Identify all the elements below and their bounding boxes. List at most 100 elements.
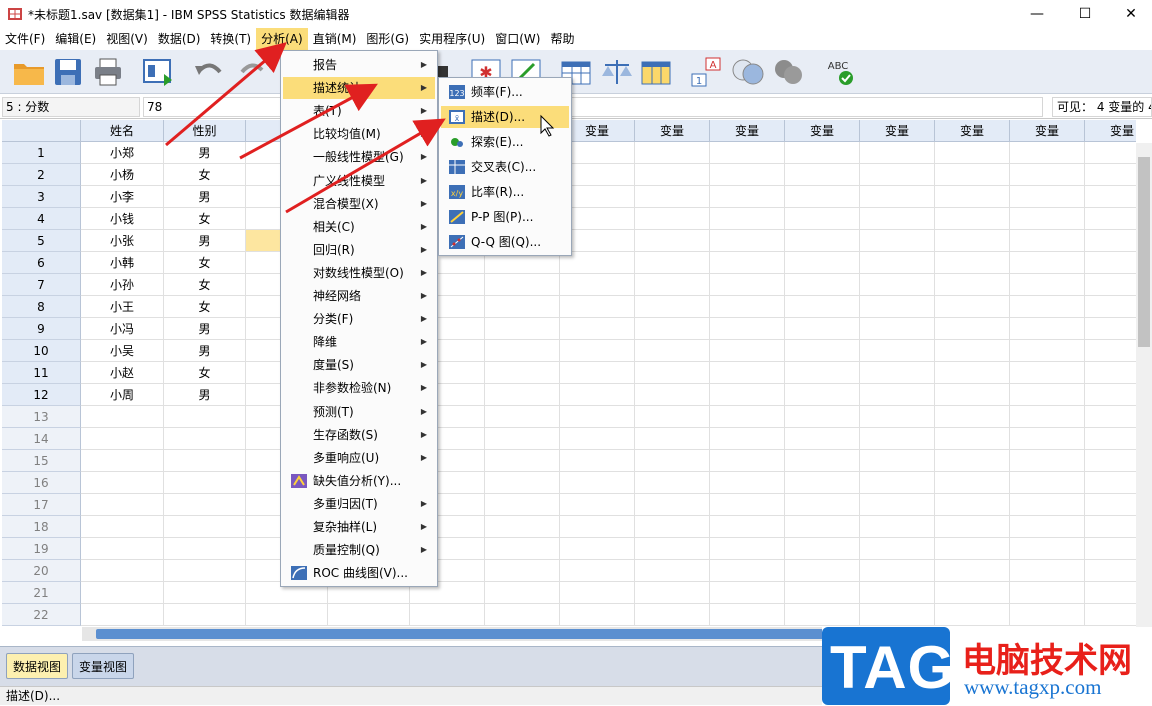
cell-empty[interactable] bbox=[1010, 340, 1085, 362]
cell-empty[interactable] bbox=[935, 604, 1010, 626]
cell-empty[interactable] bbox=[1085, 472, 1136, 494]
cell-name[interactable]: 小周 bbox=[81, 384, 164, 406]
cell-empty[interactable] bbox=[1010, 230, 1085, 252]
cell-empty[interactable] bbox=[860, 296, 935, 318]
cell-empty[interactable] bbox=[860, 384, 935, 406]
cell-empty[interactable] bbox=[710, 604, 785, 626]
cell-empty[interactable] bbox=[1010, 428, 1085, 450]
cell-empty[interactable] bbox=[1010, 516, 1085, 538]
cell-empty[interactable] bbox=[164, 560, 246, 582]
row-number[interactable]: 16 bbox=[2, 472, 81, 494]
cell-name[interactable]: 小吴 bbox=[81, 340, 164, 362]
cell-empty[interactable] bbox=[785, 164, 860, 186]
cell-sex[interactable]: 女 bbox=[164, 208, 246, 230]
cell-empty[interactable] bbox=[1085, 208, 1136, 230]
analyze-menu-item[interactable]: 生存函数(S) ▶ bbox=[283, 424, 435, 446]
vertical-scroll-thumb[interactable] bbox=[1138, 157, 1150, 347]
cell-name[interactable]: 小钱 bbox=[81, 208, 164, 230]
menu-transform[interactable]: 转换(T) bbox=[205, 28, 256, 50]
menu-graphs[interactable]: 图形(G) bbox=[361, 28, 414, 50]
cell-empty[interactable] bbox=[935, 274, 1010, 296]
analyze-menu-item[interactable]: 相关(C) ▶ bbox=[283, 216, 435, 238]
cell-empty[interactable] bbox=[935, 296, 1010, 318]
column-header-var[interactable]: 变量 bbox=[1010, 120, 1085, 142]
cell-empty[interactable] bbox=[1010, 362, 1085, 384]
cell-name[interactable]: 小赵 bbox=[81, 362, 164, 384]
cell-empty[interactable] bbox=[485, 274, 560, 296]
cell-empty[interactable] bbox=[1085, 494, 1136, 516]
tab-variable-view[interactable]: 变量视图 bbox=[72, 653, 135, 679]
cell-empty[interactable] bbox=[635, 252, 710, 274]
row-number[interactable]: 15 bbox=[2, 450, 81, 472]
cell-empty[interactable] bbox=[860, 208, 935, 230]
cell-empty[interactable] bbox=[710, 318, 785, 340]
analyze-menu-item[interactable]: 报告 ▶ bbox=[283, 54, 435, 76]
maximize-button[interactable]: ☐ bbox=[1062, 0, 1108, 28]
cell-empty[interactable] bbox=[710, 230, 785, 252]
cell-empty[interactable] bbox=[1085, 274, 1136, 296]
analyze-menu-item[interactable]: ROC 曲线图(V)... bbox=[283, 562, 435, 584]
analyze-menu-item[interactable]: 混合模型(X) ▶ bbox=[283, 193, 435, 215]
cell-empty[interactable] bbox=[710, 384, 785, 406]
row-number[interactable]: 10 bbox=[2, 340, 81, 362]
cell-empty[interactable] bbox=[560, 274, 635, 296]
cell-empty[interactable] bbox=[560, 538, 635, 560]
cell-empty[interactable] bbox=[860, 582, 935, 604]
cell-empty[interactable] bbox=[935, 142, 1010, 164]
cell-empty[interactable] bbox=[1010, 142, 1085, 164]
cell-empty[interactable] bbox=[560, 582, 635, 604]
cell-empty[interactable] bbox=[785, 142, 860, 164]
cell-empty[interactable] bbox=[485, 362, 560, 384]
save-icon[interactable] bbox=[52, 56, 84, 88]
cell-empty[interactable] bbox=[710, 208, 785, 230]
cell-name[interactable]: 小王 bbox=[81, 296, 164, 318]
cell-empty[interactable] bbox=[710, 142, 785, 164]
cell-empty[interactable] bbox=[1085, 164, 1136, 186]
row-number[interactable]: 12 bbox=[2, 384, 81, 406]
descriptive-menu-item[interactable]: 123 频率(F)... bbox=[441, 81, 569, 103]
cell-empty[interactable] bbox=[935, 582, 1010, 604]
cell-empty[interactable] bbox=[785, 516, 860, 538]
cell-empty[interactable] bbox=[635, 428, 710, 450]
cell-empty[interactable] bbox=[935, 208, 1010, 230]
cell-empty[interactable] bbox=[710, 516, 785, 538]
cell-empty[interactable] bbox=[710, 560, 785, 582]
menu-help[interactable]: 帮助 bbox=[545, 28, 579, 50]
cell-sex[interactable]: 男 bbox=[164, 340, 246, 362]
cell-empty[interactable] bbox=[710, 428, 785, 450]
cell-empty[interactable] bbox=[860, 186, 935, 208]
cell-empty[interactable] bbox=[1010, 494, 1085, 516]
row-number[interactable]: 18 bbox=[2, 516, 81, 538]
cell-empty[interactable] bbox=[485, 538, 560, 560]
row-number[interactable]: 2 bbox=[2, 164, 81, 186]
cell-empty[interactable] bbox=[635, 582, 710, 604]
cell-sex[interactable]: 女 bbox=[164, 274, 246, 296]
row-number[interactable]: 20 bbox=[2, 560, 81, 582]
cell-empty[interactable] bbox=[560, 494, 635, 516]
column-header-var[interactable]: 变量 bbox=[935, 120, 1010, 142]
cell-empty[interactable] bbox=[560, 340, 635, 362]
cell-empty[interactable] bbox=[1010, 274, 1085, 296]
analyze-menu-item[interactable]: 预测(T) ▶ bbox=[283, 401, 435, 423]
cell-empty[interactable] bbox=[860, 230, 935, 252]
cell-empty[interactable] bbox=[1010, 296, 1085, 318]
cell-empty[interactable] bbox=[935, 362, 1010, 384]
cell-empty[interactable] bbox=[1085, 340, 1136, 362]
cell-empty[interactable] bbox=[1010, 252, 1085, 274]
cell-empty[interactable] bbox=[785, 604, 860, 626]
cell-empty[interactable] bbox=[328, 604, 410, 626]
cell-empty[interactable] bbox=[485, 604, 560, 626]
cell-empty[interactable] bbox=[1085, 516, 1136, 538]
menu-direct-marketing[interactable]: 直销(M) bbox=[308, 28, 362, 50]
column-header-name[interactable]: 姓名 bbox=[81, 120, 164, 142]
cell-empty[interactable] bbox=[560, 318, 635, 340]
cell-empty[interactable] bbox=[935, 252, 1010, 274]
cell-empty[interactable] bbox=[635, 230, 710, 252]
dialog-recall-icon[interactable] bbox=[142, 56, 176, 88]
cell-empty[interactable] bbox=[785, 230, 860, 252]
cell-empty[interactable] bbox=[785, 450, 860, 472]
cell-empty[interactable] bbox=[860, 164, 935, 186]
cell-empty[interactable] bbox=[710, 164, 785, 186]
cell-empty[interactable] bbox=[635, 472, 710, 494]
row-number[interactable]: 1 bbox=[2, 142, 81, 164]
